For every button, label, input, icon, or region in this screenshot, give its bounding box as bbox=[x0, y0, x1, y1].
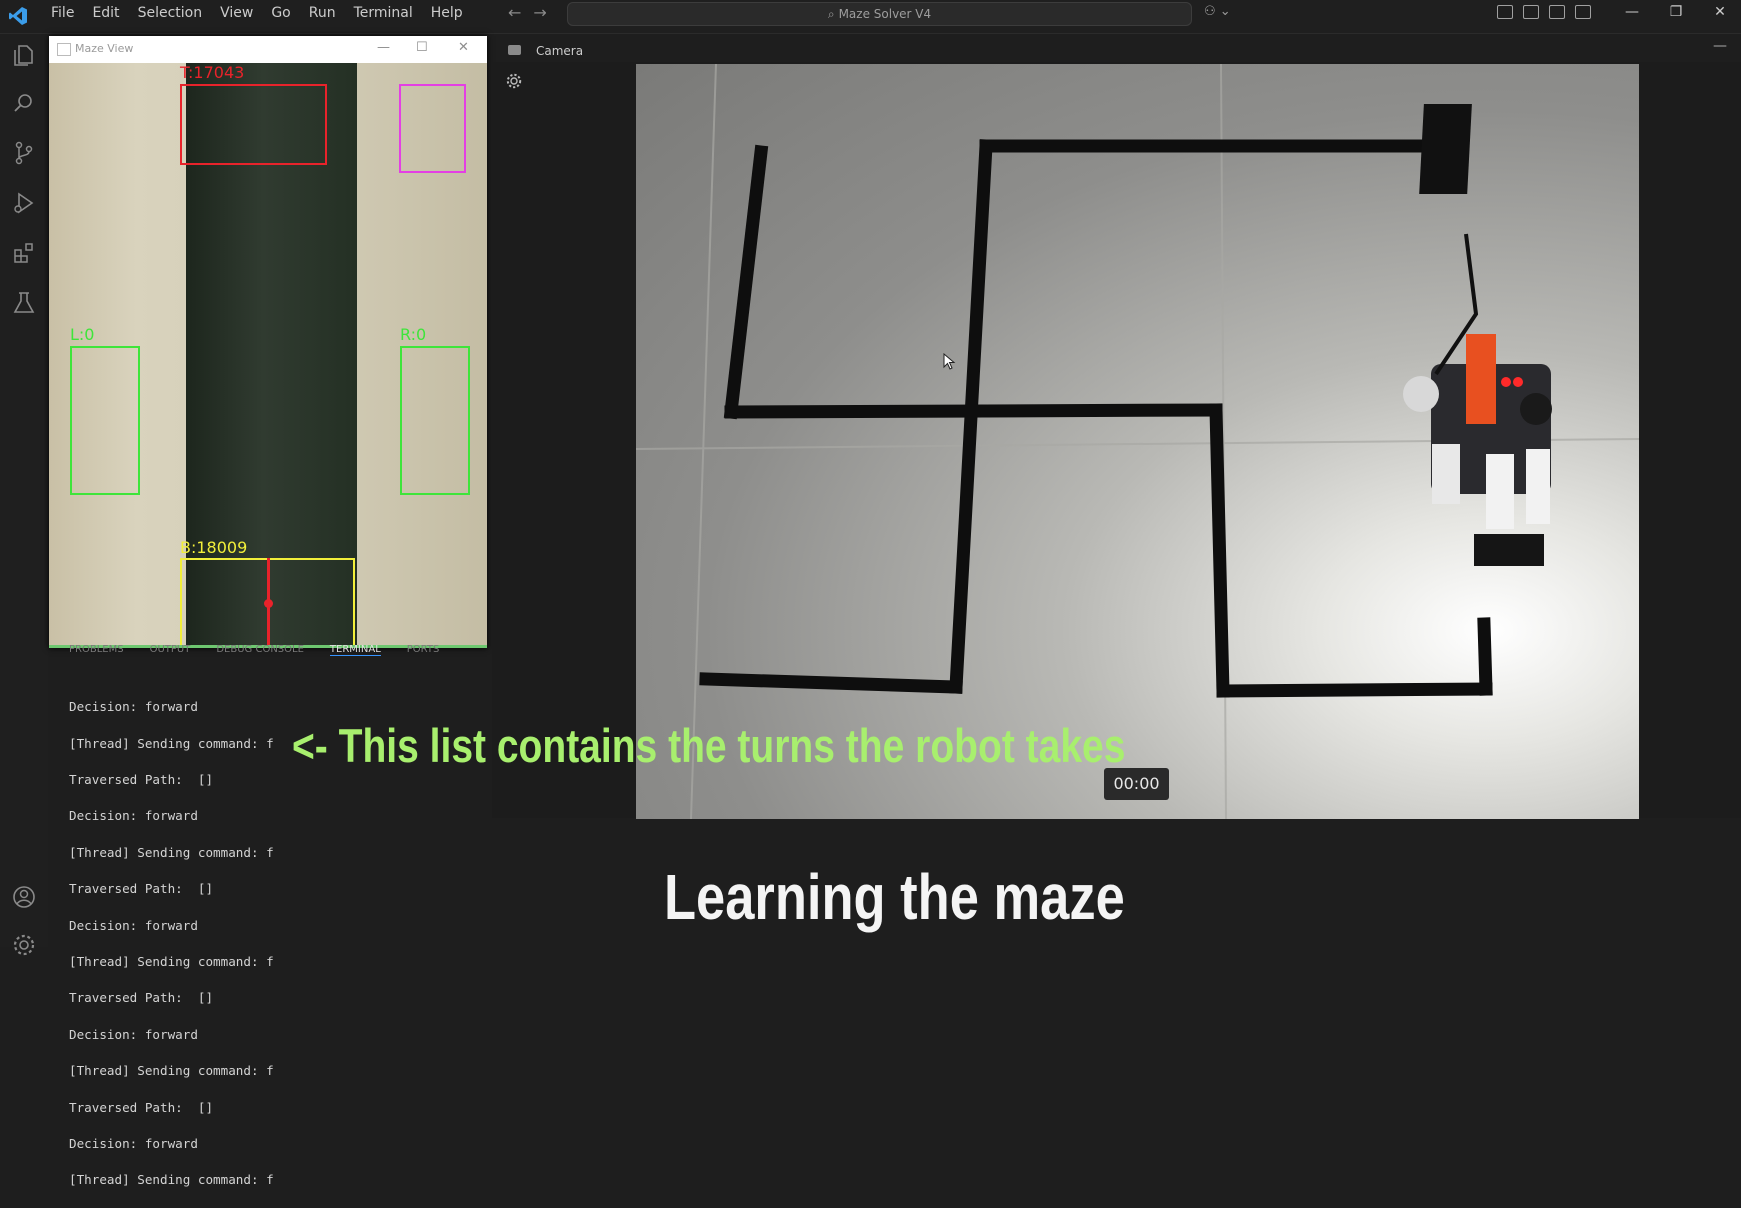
menu-file[interactable]: File bbox=[42, 0, 83, 26]
forward-arrow-icon[interactable]: → bbox=[533, 3, 546, 22]
back-arrow-icon[interactable]: ← bbox=[508, 3, 521, 22]
mouse-cursor-icon bbox=[943, 353, 956, 370]
customize-layout-icon[interactable] bbox=[1497, 5, 1513, 19]
terminal-line: Decision: forward bbox=[69, 1026, 198, 1042]
run-debug-icon[interactable] bbox=[11, 190, 37, 216]
close-button[interactable]: ✕ bbox=[1698, 0, 1741, 26]
tab-debug-console[interactable]: DEBUG CONSOLE bbox=[216, 644, 304, 656]
command-center-text: Maze Solver V4 bbox=[838, 7, 932, 21]
layout-controls bbox=[1497, 5, 1591, 19]
left-sensor-box bbox=[70, 346, 140, 495]
terminal-output[interactable]: Decision: forward [Thread] Sending comma… bbox=[69, 680, 274, 1208]
menu-bar: File Edit Selection View Go Run Terminal… bbox=[42, 0, 472, 26]
corner-sensor-box bbox=[399, 84, 466, 173]
tab-ports[interactable]: PORTS bbox=[407, 644, 440, 656]
account-icon[interactable] bbox=[11, 884, 37, 910]
minimize-button[interactable]: — bbox=[1610, 0, 1654, 26]
menu-go[interactable]: Go bbox=[262, 0, 299, 26]
window-app-icon bbox=[57, 43, 71, 56]
maze-minimize-button[interactable]: — bbox=[377, 40, 390, 55]
tab-problems[interactable]: PROBLEMS bbox=[69, 644, 124, 656]
terminal-line: Traversed Path: [] bbox=[69, 990, 214, 1006]
tab-terminal[interactable]: TERMINAL bbox=[329, 644, 381, 656]
terminal-line: [Thread] Sending command: f bbox=[69, 954, 274, 970]
menu-help[interactable]: Help bbox=[422, 0, 472, 26]
terminal-line: [Thread] Sending command: f bbox=[69, 1063, 274, 1079]
camera-panel-header: Camera — bbox=[492, 36, 1741, 62]
settings-gear-icon[interactable] bbox=[505, 72, 523, 90]
maze-view-titlebar[interactable]: Maze View — ☐ ✕ bbox=[49, 36, 487, 63]
menu-terminal[interactable]: Terminal bbox=[345, 0, 422, 26]
maze-floor-graphic bbox=[636, 64, 1639, 819]
panel-minimize-icon[interactable]: — bbox=[1713, 38, 1727, 54]
maze-camera-image: T:17043 L:0 R:0 B:18009 bbox=[49, 63, 487, 648]
terminal-line: Decision: forward bbox=[69, 808, 198, 824]
top-sensor-label: T:17043 bbox=[180, 63, 245, 82]
maze-close-button[interactable]: ✕ bbox=[458, 40, 469, 55]
nav-arrows: ← → bbox=[508, 3, 547, 22]
toggle-secondary-sidebar-icon[interactable] bbox=[1575, 5, 1591, 19]
left-sensor-label: L:0 bbox=[70, 325, 95, 344]
terminal-line: Traversed Path: [] bbox=[69, 772, 214, 788]
centroid-dot bbox=[264, 599, 273, 608]
right-sensor-box bbox=[400, 346, 470, 495]
right-sensor-label: R:0 bbox=[400, 325, 427, 344]
terminal-line: [Thread] Sending command: f bbox=[69, 1172, 274, 1188]
menu-run[interactable]: Run bbox=[300, 0, 345, 26]
title-bar: File Edit Selection View Go Run Terminal… bbox=[0, 0, 1741, 34]
terminal-line: Traversed Path: [] bbox=[69, 881, 214, 897]
vscode-logo-icon bbox=[9, 7, 27, 25]
terminal-line: Decision: forward bbox=[69, 1136, 198, 1152]
terminal-line: [Thread] Sending command: f bbox=[69, 844, 274, 860]
camera-feed-image bbox=[636, 64, 1639, 819]
window-controls: — ❐ ✕ bbox=[1610, 0, 1741, 26]
terminal-line: Decision: forward bbox=[69, 699, 198, 715]
menu-view[interactable]: View bbox=[211, 0, 262, 26]
source-control-icon[interactable] bbox=[11, 140, 37, 166]
terminal-line: Traversed Path: [] bbox=[69, 1099, 214, 1115]
activity-bar bbox=[0, 34, 48, 956]
panel-tabs: PROBLEMS OUTPUT DEBUG CONSOLE TERMINAL P… bbox=[69, 644, 439, 656]
bottom-sensor-label: B:18009 bbox=[180, 538, 248, 557]
maze-view-window: Maze View — ☐ ✕ T:17043 L:0 R:0 B:18009 bbox=[49, 36, 487, 648]
terminal-line: [Thread] Sending command: f bbox=[69, 735, 274, 751]
copilot-icon[interactable]: ⚇ ⌄ bbox=[1204, 4, 1231, 19]
maze-maximize-button[interactable]: ☐ bbox=[416, 40, 428, 55]
restore-button[interactable]: ❐ bbox=[1654, 0, 1698, 26]
camera-icon bbox=[508, 45, 521, 55]
video-title-caption: Learning the maze bbox=[664, 861, 1125, 933]
tab-output[interactable]: OUTPUT bbox=[150, 644, 191, 656]
camera-panel-label: Camera bbox=[536, 44, 584, 58]
annotation-caption: <- This list contains the turns the robo… bbox=[292, 719, 1126, 772]
toggle-panel-icon[interactable] bbox=[1549, 5, 1565, 19]
explorer-icon[interactable] bbox=[11, 42, 37, 68]
terminal-line: Decision: forward bbox=[69, 917, 198, 933]
testing-icon[interactable] bbox=[11, 290, 37, 316]
top-sensor-box bbox=[180, 84, 327, 165]
menu-selection[interactable]: Selection bbox=[129, 0, 212, 26]
extensions-icon[interactable] bbox=[11, 240, 37, 266]
search-icon[interactable] bbox=[11, 90, 37, 116]
maze-view-title: Maze View bbox=[75, 42, 134, 55]
settings-gear-icon[interactable] bbox=[11, 932, 37, 958]
search-icon: ⌕ bbox=[827, 7, 835, 21]
menu-edit[interactable]: Edit bbox=[83, 0, 128, 26]
toggle-primary-sidebar-icon[interactable] bbox=[1523, 5, 1539, 19]
command-center-search[interactable]: ⌕ Maze Solver V4 bbox=[567, 2, 1192, 26]
